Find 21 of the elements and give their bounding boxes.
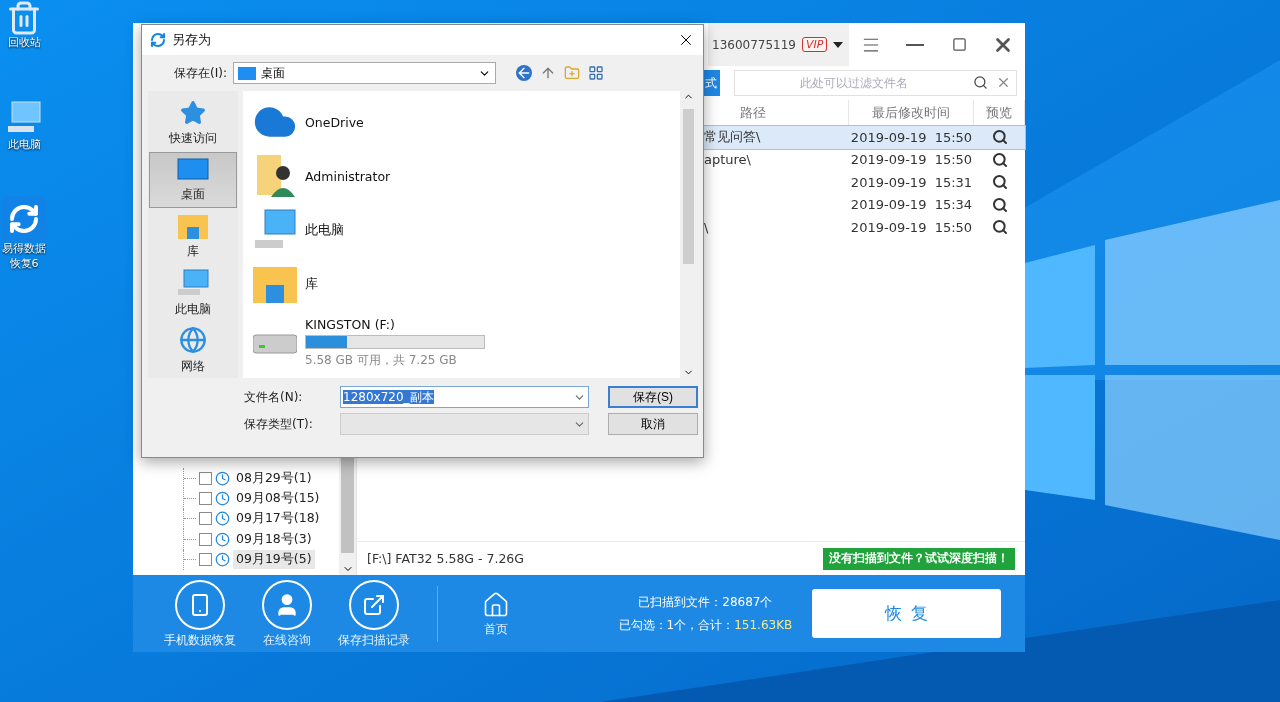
scanned-count: 已扫描到文件：28687个 [638, 593, 773, 611]
dialog-title: 另存为 [172, 31, 212, 49]
time-cell: 2019-09-19 15:34 [849, 197, 974, 213]
time-cell: 2019-09-19 15:50 [849, 129, 974, 145]
desktop-icon-label: 易得数据恢复6 [1, 242, 47, 272]
file-type-label: 保存类型(T): [244, 415, 314, 433]
path-cell-text: \ [703, 219, 710, 235]
save-in-label: 保存在(I): [174, 64, 227, 82]
account-number: 13600775119 [712, 37, 796, 52]
path-cell-text: 常见问答\ [703, 128, 762, 147]
filename-label: 文件名(N): [244, 388, 304, 406]
vip-badge: VIP [802, 37, 828, 52]
drive-status: [F:\] FAT32 5.58G - 7.26G [367, 551, 524, 566]
time-cell: 2019-09-19 15:31 [849, 174, 974, 190]
path-cell-text: apture\ [703, 152, 752, 168]
drive-space: 5.58 GB 可用，共 7.25 GB [305, 352, 458, 369]
checked-summary: 已勾选：1个，合计：151.63KB [618, 616, 793, 634]
desktop-icon-label: 回收站 [6, 36, 42, 51]
time-cell: 2019-09-19 15:50 [849, 152, 974, 168]
desktop-icon-label: 此电脑 [6, 138, 42, 153]
time-cell: 2019-09-19 15:50 [849, 219, 974, 235]
